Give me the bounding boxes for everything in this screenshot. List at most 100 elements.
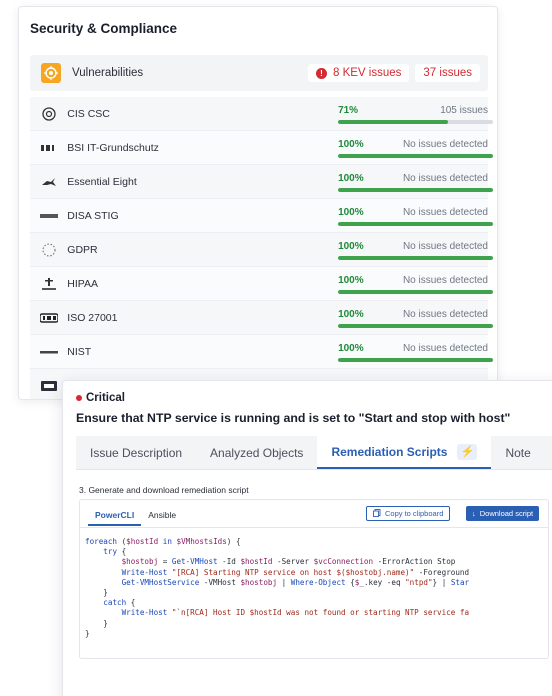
progress-fill (338, 289, 494, 294)
framework-percent: 100% (338, 240, 364, 252)
download-icon: ↓ (472, 509, 476, 518)
progress-bar (338, 357, 494, 362)
framework-name: NIST (67, 345, 92, 358)
target-icon (41, 63, 61, 83)
tab-powercli[interactable]: PowerCLI (88, 506, 142, 526)
framework-percent: 100% (338, 342, 364, 354)
framework-name: BSI IT-Grundschutz (67, 141, 159, 154)
framework-percent: 100% (338, 206, 364, 218)
vulnerabilities-row[interactable]: Vulnerabilities ! 8 KEV issues 37 issues (30, 55, 488, 91)
framework-progress: 100% No issues detected (338, 303, 494, 333)
tab-note[interactable]: Note (491, 436, 544, 469)
progress-fill (338, 119, 449, 124)
framework-status: No issues detected (402, 240, 488, 252)
progress-bar (338, 289, 494, 294)
framework-name: GDPR (67, 243, 98, 256)
progress-fill (338, 323, 494, 328)
framework-progress: 100% No issues detected (338, 337, 494, 367)
framework-name: Essential Eight (67, 175, 137, 188)
framework-row-essential-eight[interactable]: Essential Eight 100% No issues detected (30, 165, 494, 199)
security-compliance-card: Security & Compliance Vulnerabilities ! … (18, 6, 498, 400)
framework-progress: 100% No issues detected (338, 133, 494, 163)
framework-progress: 100% No issues detected (338, 201, 494, 231)
framework-percent: 100% (338, 308, 364, 320)
progress-fill (338, 153, 494, 158)
progress-bar (338, 323, 494, 328)
step-label: 3. Generate and download remediation scr… (79, 485, 249, 495)
iso-logo-icon (38, 312, 59, 323)
framework-status: No issues detected (402, 172, 488, 184)
framework-status: No issues detected (402, 342, 488, 354)
issue-title: Ensure that NTP service is running and i… (76, 411, 511, 425)
download-label: Download script (479, 509, 534, 518)
progress-bar (338, 119, 494, 124)
framework-row-gdpr[interactable]: GDPR 100% No issues detected (30, 233, 494, 267)
framework-row-iso-27001[interactable]: ISO 27001 100% No issues detected (30, 301, 494, 335)
cis-logo-icon (38, 106, 59, 121)
framework-status: 105 issues (440, 104, 488, 116)
severity-indicator: Critical (76, 392, 125, 404)
download-script-button[interactable]: ↓ Download script (466, 506, 540, 521)
progress-bar (338, 187, 494, 192)
alert-icon: ! (316, 67, 327, 79)
nist-logo-icon (38, 348, 59, 356)
kev-issues-label: 8 KEV issues (333, 67, 402, 79)
critical-dot-icon (76, 395, 82, 401)
issue-tabs: Issue Description Analyzed Objects Remed… (76, 436, 552, 470)
copy-icon (373, 508, 381, 519)
lightning-icon: ⚡ (457, 443, 478, 460)
progress-fill (338, 187, 494, 192)
framework-percent: 100% (338, 274, 364, 286)
framework-status: No issues detected (402, 308, 488, 320)
tab-label: Remediation Scripts (331, 444, 448, 459)
progress-fill (338, 357, 494, 362)
framework-list: CIS CSC 71% 105 issues BSI IT-Grundschut… (30, 97, 494, 399)
framework-progress: 100% No issues detected (338, 167, 494, 197)
framework-row-hipaa[interactable]: HIPAA 100% No issues detected (30, 267, 494, 301)
framework-progress: 100% No issues detected (338, 269, 494, 299)
framework-progress: 100% No issues detected (338, 235, 494, 265)
copy-to-clipboard-button[interactable]: Copy to clipboard (366, 506, 451, 521)
divider (80, 527, 548, 528)
framework-row-nist[interactable]: NIST 100% No issues detected (30, 335, 494, 369)
copy-label: Copy to clipboard (385, 509, 444, 518)
framework-name: HIPAA (67, 277, 99, 290)
kev-issues-badge[interactable]: ! 8 KEV issues (308, 64, 410, 82)
framework-row-disa-stig[interactable]: DISA STIG 100% No issues detected (30, 199, 494, 233)
framework-percent: 71% (338, 104, 359, 116)
vulnerabilities-label: Vulnerabilities (72, 67, 144, 79)
progress-fill (338, 255, 494, 260)
framework-name: DISA STIG (67, 209, 119, 222)
bsi-logo-icon (38, 143, 59, 153)
tab-issue-description[interactable]: Issue Description (76, 436, 196, 469)
gdpr-stars-icon (38, 242, 59, 258)
framework-row-bsi[interactable]: BSI IT-Grundschutz 100% No issues detect… (30, 131, 494, 165)
framework-progress: 71% 105 issues (338, 99, 494, 129)
tab-analyzed-objects[interactable]: Analyzed Objects (196, 436, 317, 469)
tab-ansible[interactable]: Ansible (141, 506, 183, 526)
script-language-tabs: PowerCLI Ansible (88, 506, 183, 526)
framework-status: No issues detected (402, 138, 488, 150)
hipaa-logo-icon (38, 277, 59, 291)
script-panel: PowerCLI Ansible Copy to clipboard ↓ Dow… (79, 499, 549, 659)
framework-name: CIS CSC (67, 107, 110, 120)
framework-status: No issues detected (402, 206, 488, 218)
severity-label: Critical (86, 392, 125, 404)
issues-count-badge[interactable]: 37 issues (415, 64, 480, 82)
progress-bar (338, 255, 494, 260)
tab-remediation-scripts[interactable]: Remediation Scripts ⚡ (317, 436, 492, 469)
framework-row-cis-csc[interactable]: CIS CSC 71% 105 issues (30, 97, 494, 131)
code-block[interactable]: foreach ($hostId in $VMhostsIds) { try {… (85, 537, 548, 639)
kangaroo-icon (38, 176, 59, 188)
progress-bar (338, 153, 494, 158)
section-title: Security & Compliance (30, 21, 178, 36)
framework-percent: 100% (338, 138, 364, 150)
progress-bar (338, 221, 494, 226)
issue-detail-card: Critical Ensure that NTP service is runn… (62, 380, 552, 696)
framework-percent: 100% (338, 172, 364, 184)
disa-logo-icon (38, 212, 59, 220)
progress-fill (338, 221, 494, 226)
pci-logo-icon (38, 380, 60, 392)
framework-status: No issues detected (402, 274, 488, 286)
framework-name: ISO 27001 (67, 311, 118, 324)
